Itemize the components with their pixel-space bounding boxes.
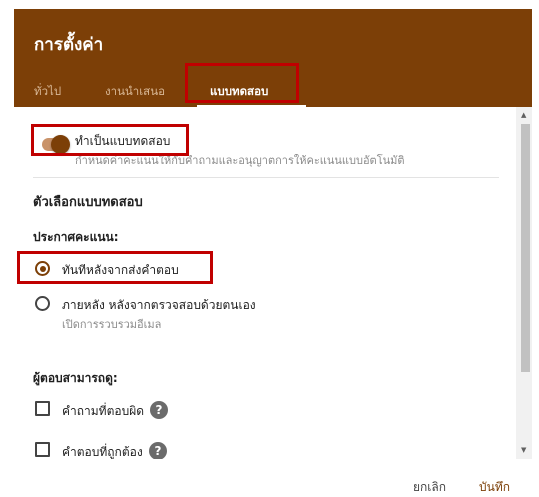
checkbox-correct-answers[interactable] bbox=[35, 442, 50, 457]
scrollbar-thumb[interactable] bbox=[521, 124, 530, 372]
scroll-up-icon[interactable]: ▲ bbox=[521, 111, 526, 119]
section-title: ตัวเลือกแบบทดสอบ bbox=[33, 195, 143, 210]
respondents-label: ผู้ตอบสามารถดู: bbox=[33, 371, 118, 385]
cancel-button[interactable]: ยกเลิก bbox=[413, 478, 446, 497]
radio-later[interactable] bbox=[35, 296, 50, 311]
active-tab-indicator bbox=[197, 105, 306, 107]
toggle-highlight-box bbox=[31, 124, 189, 156]
release-highlight-box bbox=[17, 251, 213, 284]
help-icon[interactable]: ? bbox=[149, 442, 167, 460]
dialog-title: การตั้งค่า bbox=[34, 35, 104, 55]
radio-later-label[interactable]: ภายหลัง หลังจากตรวจสอบด้วยตนเอง bbox=[62, 296, 256, 315]
help-icon[interactable]: ? bbox=[150, 401, 168, 419]
tab-general[interactable]: ทั่วไป bbox=[34, 83, 61, 101]
dialog-footer bbox=[14, 459, 532, 493]
checkbox-missed-questions-label[interactable]: คำถามที่ตอบผิด bbox=[62, 402, 144, 421]
scroll-down-icon[interactable]: ▼ bbox=[521, 446, 526, 454]
checkbox-missed-questions[interactable] bbox=[35, 401, 50, 416]
tab-presentation[interactable]: งานนำเสนอ bbox=[105, 83, 165, 101]
release-grade-label: ประกาศคะแนน: bbox=[33, 230, 119, 244]
tab-highlight-box bbox=[185, 63, 299, 103]
divider bbox=[33, 177, 499, 178]
save-button[interactable]: บันทึก bbox=[479, 478, 510, 497]
radio-later-sublabel: เปิดการรวบรวมอีเมล bbox=[62, 318, 162, 331]
